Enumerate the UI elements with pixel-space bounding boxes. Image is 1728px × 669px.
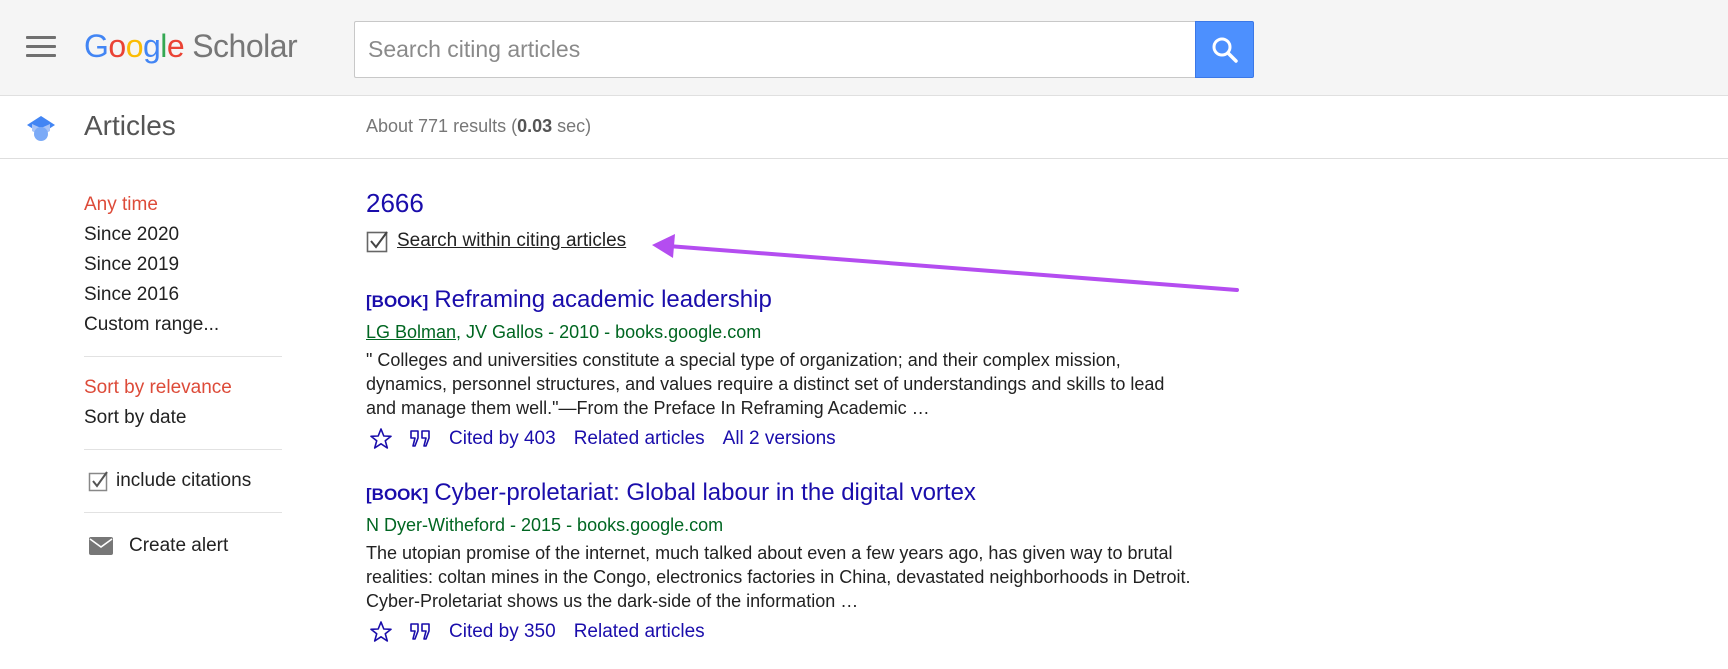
create-alert-label: Create alert [129,535,229,556]
filter-since-2020[interactable]: Since 2020 [84,220,284,250]
result-actions: Cited by 403 Related articles All 2 vers… [366,425,1196,453]
envelope-icon [89,537,113,555]
star-icon[interactable] [369,427,393,451]
cited-by-link[interactable]: Cited by 350 [449,621,556,643]
include-citations-label: include citations [116,470,252,491]
include-citations-toggle[interactable]: include citations [84,466,284,496]
result-meta: N Dyer-Witheford - 2015 - books.google.c… [366,515,724,535]
search-within-citing-toggle[interactable]: Search within citing articles [366,229,626,253]
cite-quote-icon[interactable] [409,622,433,642]
divider [84,512,282,513]
search-icon [1212,37,1238,63]
filter-since-2016[interactable]: Since 2016 [84,280,284,310]
result-type-badge: [BOOK] [366,485,429,504]
related-articles-link[interactable]: Related articles [574,428,705,450]
result-snippet: The utopian promise of the internet, muc… [366,543,1191,611]
section-label: Articles [84,110,176,141]
result-snippet: " Colleges and universities constitute a… [366,350,1165,418]
create-alert-button[interactable]: Create alert [84,529,284,563]
hamburger-menu-icon[interactable] [26,36,56,58]
search-button[interactable] [1195,21,1254,78]
results-count: About 771 results (0.03 sec) [366,116,592,136]
result-type-badge: [BOOK] [366,292,429,311]
all-versions-link[interactable]: All 2 versions [723,428,836,450]
top-header: Google Scholar [0,0,1728,96]
sort-by-relevance[interactable]: Sort by relevance [84,373,284,403]
filter-custom-range[interactable]: Custom range... [84,310,284,340]
cited-by-link[interactable]: Cited by 403 [449,428,556,450]
divider [84,449,282,450]
sort-by-date[interactable]: Sort by date [84,403,284,433]
related-articles-link[interactable]: Related articles [574,621,705,643]
checkbox-checked-icon[interactable] [366,229,390,253]
checkbox-checked-icon[interactable] [88,470,110,492]
google-scholar-logo[interactable]: Google Scholar [84,26,298,66]
sub-header: Articles About 771 results (0.03 sec) [0,96,1728,159]
filters-sidebar: Any time Since 2020 Since 2019 Since 201… [84,190,284,563]
star-icon[interactable] [369,620,393,644]
author-link[interactable]: LG Bolman [366,322,456,342]
result-meta: LG Bolman, JV Gallos - 2010 - books.goog… [366,322,762,342]
graduation-cap-icon [27,116,55,141]
filter-since-2019[interactable]: Since 2019 [84,250,284,280]
cite-quote-icon[interactable] [409,429,433,449]
result-item: [BOOK] Reframing academic leadership LG B… [366,284,1196,453]
search-within-label: Search within citing articles [397,230,627,251]
result-actions: Cited by 350 Related articles [366,618,1196,646]
result-title-link[interactable]: [BOOK] Reframing academic leadership [366,284,1196,318]
filter-any-time[interactable]: Any time [84,190,284,220]
divider [84,356,282,357]
search-input[interactable] [354,21,1196,78]
result-item: [BOOK] Cyber-proletariat: Global labour i… [366,477,1196,646]
cited-article-title[interactable]: 2666 [366,188,424,219]
result-title-link[interactable]: [BOOK] Cyber-proletariat: Global labour i… [366,477,1196,511]
